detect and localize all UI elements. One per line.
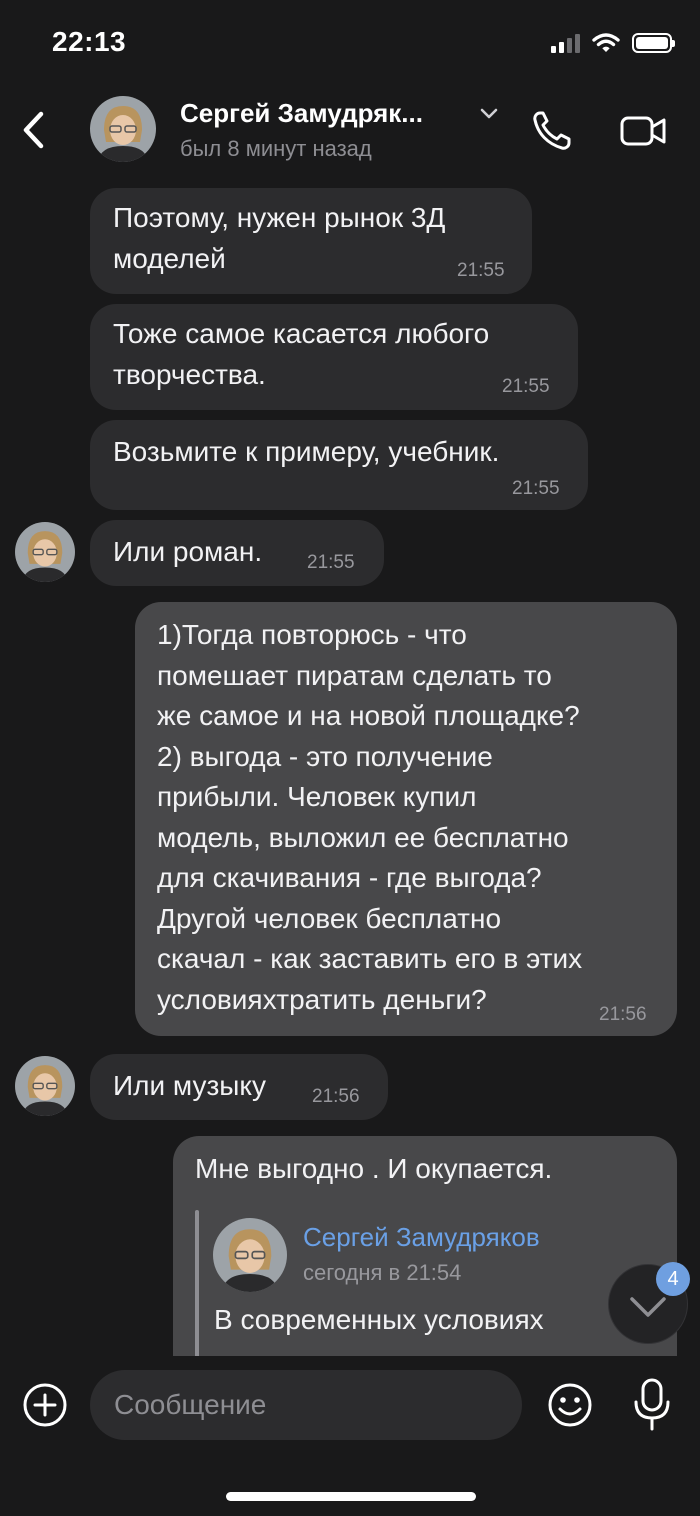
contact-name[interactable]: Сергей Замудряк... [180, 98, 423, 129]
message-time: 21:56 [599, 1004, 647, 1025]
message-time: 21:55 [512, 478, 560, 499]
video-camera-icon[interactable] [618, 112, 668, 150]
reply-date: сегодня в 21:54 [303, 1260, 462, 1285]
message-text: 1)Тогда повторюсь - что помешает пиратам… [157, 619, 583, 1015]
reply-author-name[interactable]: Сергей Замудряков [303, 1222, 540, 1253]
message-time: 21:55 [502, 376, 550, 397]
message-input[interactable] [90, 1370, 522, 1440]
message-bubble-outgoing[interactable]: Мне выгодно . И окупается. Сергей Замудр… [173, 1136, 677, 1370]
message-bubble-incoming[interactable]: Или музыку 21:56 [90, 1054, 388, 1120]
composer-bar [0, 1356, 700, 1516]
sender-avatar[interactable] [15, 1056, 75, 1116]
home-indicator [226, 1492, 476, 1501]
battery-icon [632, 33, 675, 53]
message-text: Или роман. [113, 536, 263, 567]
message-bubble-incoming[interactable]: Возьмите к примеру, учебник. 21:55 [90, 420, 588, 510]
unread-count-badge: 4 [656, 1262, 690, 1296]
message-bubble-incoming[interactable]: Поэтому, нужен рынок 3Д моделей 21:55 [90, 188, 532, 294]
status-bar: 22:13 [0, 0, 700, 86]
message-bubble-incoming[interactable]: Или роман. 21:55 [90, 520, 384, 586]
message-bubble-incoming[interactable]: Тоже самое касается любого творчества. 2… [90, 304, 578, 410]
smiley-icon[interactable] [546, 1381, 594, 1429]
message-bubble-outgoing[interactable]: 1)Тогда повторюсь - что помешает пиратам… [135, 602, 677, 1036]
plus-circle-icon[interactable] [22, 1382, 68, 1428]
chat-header: Сергей Замудряк... был 8 минут назад [0, 86, 700, 176]
message-text: Тоже самое касается любого творчества. [113, 318, 490, 390]
cellular-signal-icon [551, 33, 580, 53]
message-text: Или музыку [113, 1070, 266, 1101]
message-text: Поэтому, нужен рынок 3Д моделей [113, 202, 446, 274]
message-text: Мне выгодно . И окупается. [195, 1153, 553, 1184]
message-time: 21:56 [312, 1086, 360, 1107]
message-time: 21:55 [307, 552, 355, 573]
contact-avatar[interactable] [90, 96, 156, 162]
wifi-icon [592, 33, 620, 52]
message-time: 21:55 [457, 260, 505, 281]
microphone-icon[interactable] [630, 1376, 674, 1434]
status-icons [551, 32, 675, 54]
status-time: 22:13 [52, 26, 127, 57]
chevron-down-icon[interactable] [478, 102, 500, 124]
sender-avatar[interactable] [15, 522, 75, 582]
reply-author-avatar [213, 1218, 287, 1292]
last-seen-status: был 8 минут назад [180, 136, 372, 161]
phone-icon[interactable] [528, 108, 578, 154]
reply-text: В современных условиях [214, 1304, 544, 1335]
back-icon[interactable] [16, 108, 52, 152]
message-text: Возьмите к примеру, учебник. [113, 436, 500, 467]
reply-quote-bar [195, 1210, 199, 1370]
